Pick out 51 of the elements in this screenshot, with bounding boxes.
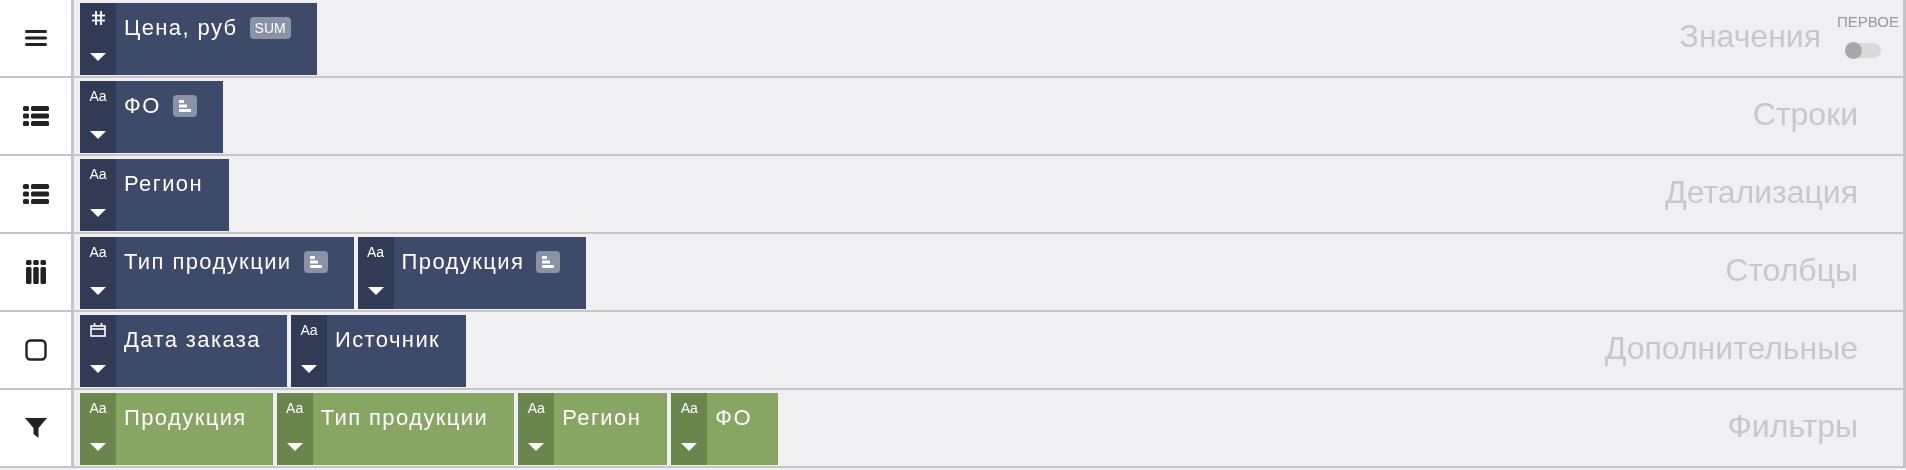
type-label: Aa [300, 323, 318, 337]
caret-icon[interactable] [90, 365, 106, 373]
field-chip[interactable]: Aa Источник [291, 315, 467, 387]
hash-icon [91, 11, 105, 25]
type-label: Aa [89, 401, 107, 415]
field-name: ФО [124, 93, 161, 119]
field-name: Тип продукции [124, 249, 292, 275]
square-icon [24, 339, 47, 361]
sort-icon[interactable] [172, 95, 197, 117]
type-label: Aa [680, 401, 698, 415]
columns-icon [25, 260, 46, 284]
calendar-icon [90, 323, 106, 337]
field-chip[interactable]: Aa ФО [671, 393, 778, 465]
type-label: Aa [89, 245, 107, 259]
field-chip[interactable]: Aa ФО [80, 81, 223, 153]
field-name: ФО [715, 405, 752, 431]
filter-icon [24, 417, 47, 439]
field-name: Продукция [124, 405, 247, 431]
toggle-label: ПЕРВОЕ [1837, 13, 1899, 30]
type-label: Aa [366, 245, 385, 259]
field-chip[interactable]: Цена, руб SUM [80, 3, 317, 75]
type-label: Aa [89, 89, 107, 103]
field-name: Источник [335, 327, 441, 353]
caret-icon[interactable] [90, 53, 106, 61]
type-label: Aa [286, 401, 304, 415]
field-chip[interactable]: Aa Продукция [80, 393, 273, 465]
field-name: Цена, руб [124, 15, 238, 41]
field-name: Регион [124, 171, 204, 197]
menu-icon [24, 29, 47, 47]
type-label: Aa [89, 167, 107, 181]
field-name: Продукция [401, 249, 525, 275]
caret-icon[interactable] [90, 209, 106, 217]
field-name: Регион [562, 405, 642, 431]
field-chip[interactable]: Aa Регион [80, 159, 230, 231]
field-chip[interactable]: Aa Тип продукции [80, 237, 354, 309]
field-chip[interactable]: Aa Продукция [357, 237, 587, 309]
list-icon [22, 106, 49, 126]
sort-icon[interactable] [536, 251, 561, 273]
field-chip[interactable]: Aa Регион [518, 393, 668, 465]
sort-icon[interactable] [303, 251, 328, 273]
field-name: Тип продукции [320, 405, 489, 431]
caret-icon[interactable] [90, 287, 106, 295]
type-label: Aa [527, 401, 545, 415]
field-name: Дата заказа [124, 327, 261, 353]
field-chip[interactable]: Дата заказа [80, 315, 287, 387]
toggle-switch[interactable] [1845, 43, 1881, 58]
field-chip[interactable]: Aa Тип продукции [276, 393, 515, 465]
caret-icon[interactable] [90, 131, 106, 139]
caret-icon[interactable] [301, 365, 317, 373]
list-icon [22, 184, 49, 204]
caret-icon[interactable] [367, 287, 384, 295]
